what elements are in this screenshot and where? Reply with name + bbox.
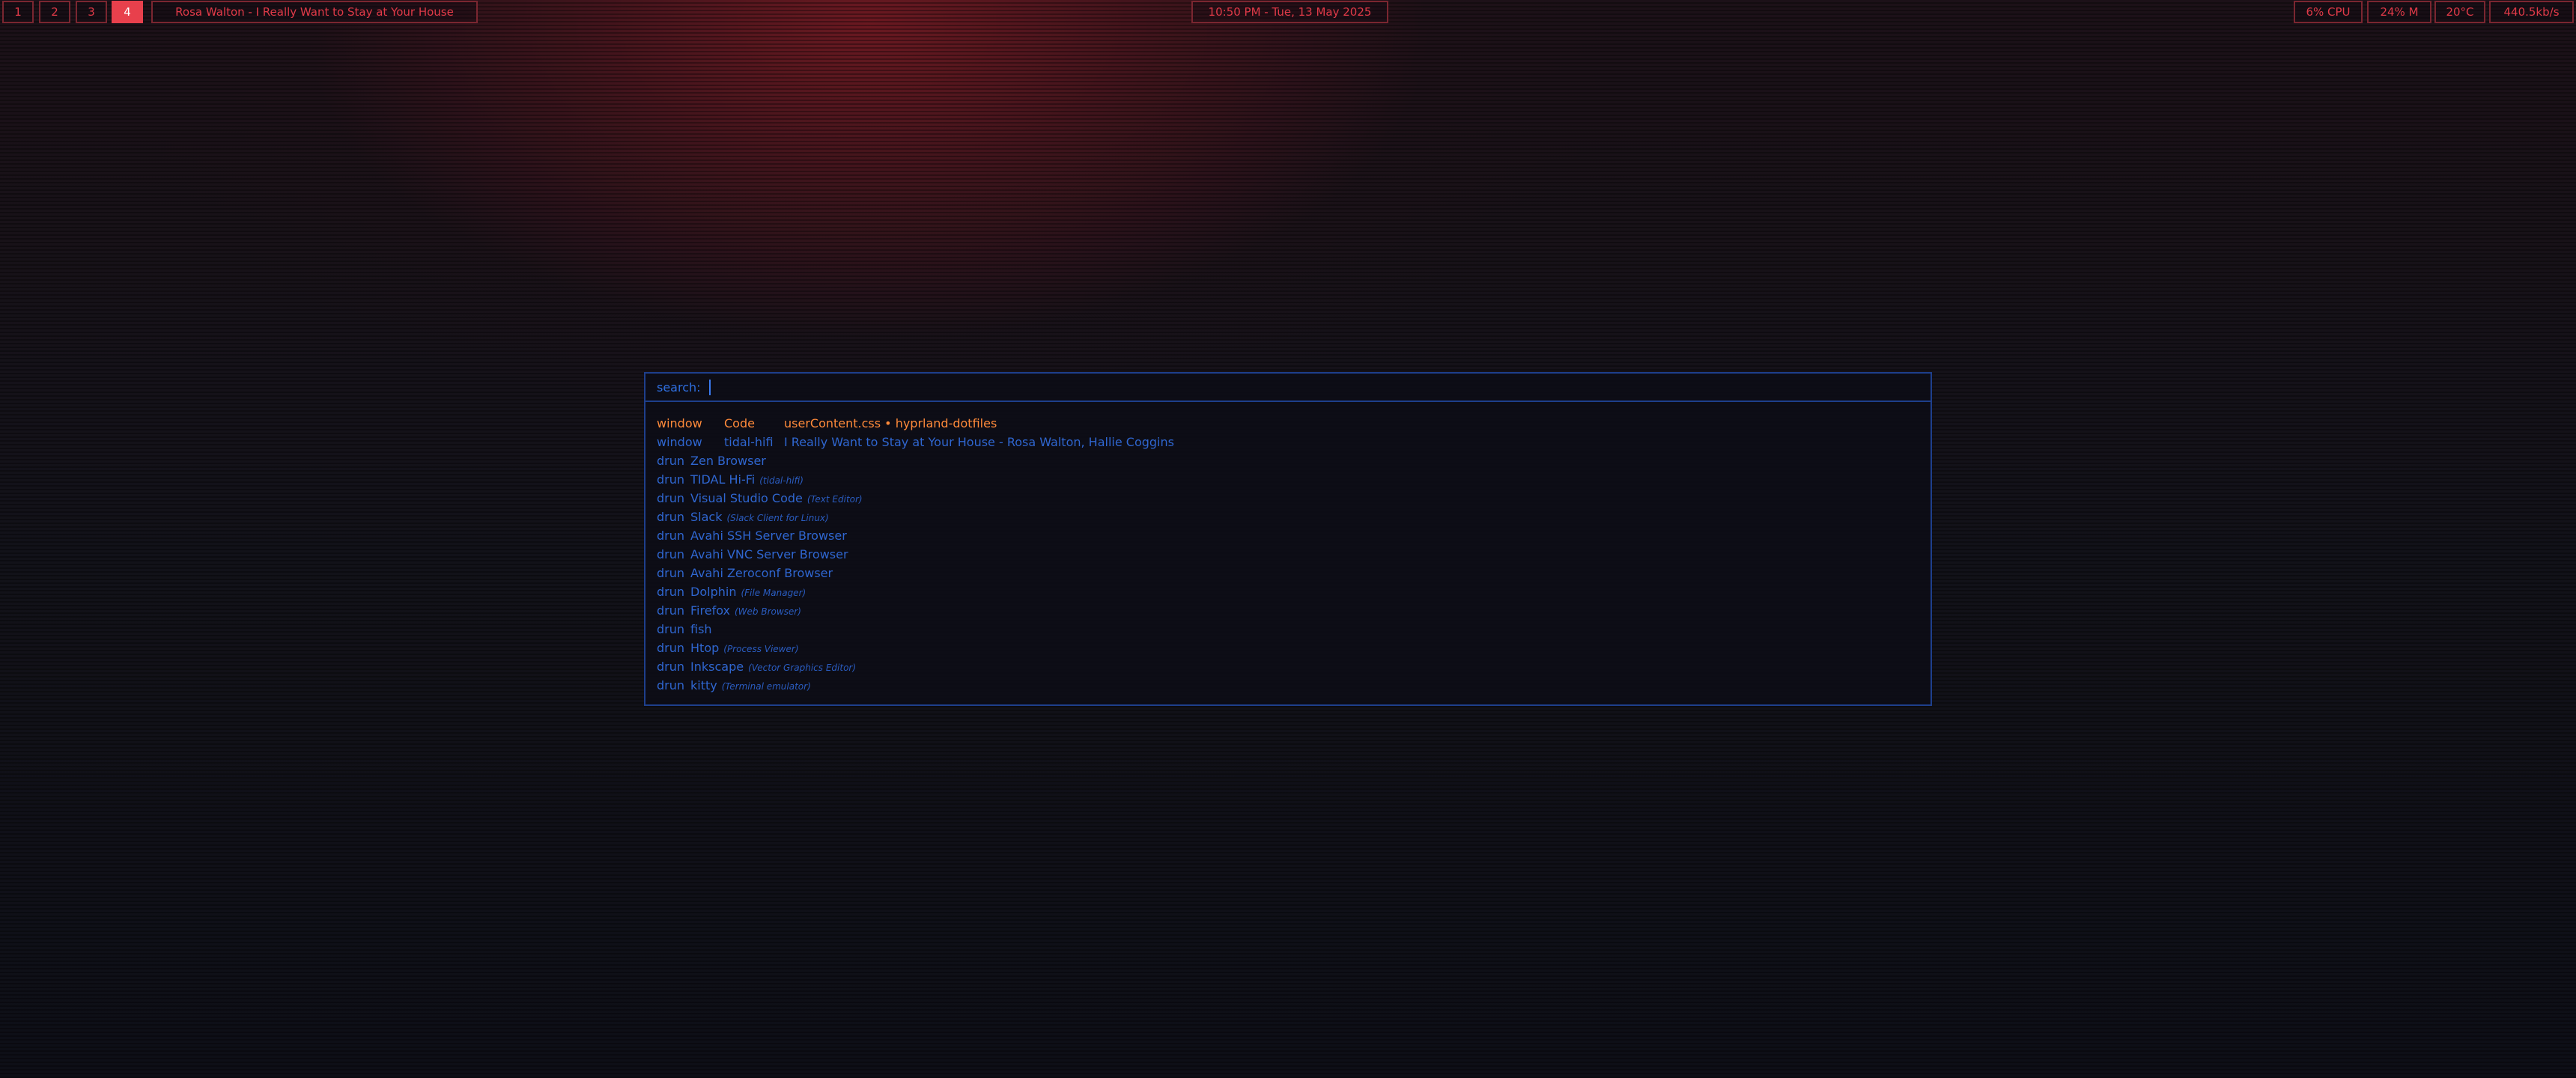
entry-mode: drun (657, 641, 685, 655)
list-item-app[interactable]: drun Visual Studio Code (Text Editor) (657, 489, 1922, 508)
list-item-window-code[interactable]: window Code userContent.css • hyprland-d… (657, 414, 1922, 433)
app-name: fish (690, 622, 712, 636)
app-name: Visual Studio Code (690, 491, 803, 505)
entry-mode: drun (657, 472, 685, 487)
network-speed[interactable]: 440.5kb/s (2489, 1, 2574, 23)
clock[interactable]: 10:50 PM - Tue, 13 May 2025 (1191, 1, 1388, 23)
app-description: (Slack Client for Linux) (726, 513, 829, 523)
app-description: (Process Viewer) (723, 644, 799, 654)
search-input[interactable] (713, 377, 1914, 399)
entry-mode: drun (657, 603, 685, 618)
search-bar[interactable]: search: (645, 374, 1931, 402)
results-list: window Code userContent.css • hyprland-d… (657, 414, 1922, 695)
entry-mode: drun (657, 491, 685, 505)
app-name: Slack (690, 510, 723, 524)
workspace-3-button[interactable]: 3 (76, 1, 107, 23)
list-item-app[interactable]: drun TIDAL Hi-Fi (tidal-hifi) (657, 470, 1922, 489)
entry-mode: window (657, 435, 702, 449)
app-description: (File Manager) (741, 588, 806, 598)
entry-mode: drun (657, 660, 685, 674)
entry-mode: window (657, 416, 702, 430)
app-description: (tidal-hifi) (759, 475, 804, 486)
app-description: (Terminal emulator) (721, 681, 811, 692)
list-item-app[interactable]: drun kitty (Terminal emulator) (657, 676, 1922, 695)
active-window-title: Rosa Walton - I Really Want to Stay at Y… (151, 1, 478, 23)
app-launcher: search: window Code userContent.css • hy… (644, 372, 1932, 706)
app-name: Inkscape (690, 660, 744, 674)
entry-mode: drun (657, 510, 685, 524)
list-item-app[interactable]: drun fish (657, 620, 1922, 639)
app-name: TIDAL Hi-Fi (690, 472, 756, 487)
app-description: (Vector Graphics Editor) (748, 663, 857, 673)
entry-mode: drun (657, 529, 685, 543)
list-item-app[interactable]: drun Htop (Process Viewer) (657, 639, 1922, 657)
app-name: Htop (690, 641, 720, 655)
cpu-usage[interactable]: 6% CPU (2294, 1, 2363, 23)
workspace-1-button[interactable]: 1 (2, 1, 34, 23)
list-item-app[interactable]: drun Avahi SSH Server Browser (657, 526, 1922, 545)
list-item-app[interactable]: drun Inkscape (Vector Graphics Editor) (657, 657, 1922, 676)
entry-mode: drun (657, 566, 685, 580)
list-item-app[interactable]: drun Firefox (Web Browser) (657, 601, 1922, 620)
list-item-app[interactable]: drun Slack (Slack Client for Linux) (657, 508, 1922, 526)
app-name: Avahi Zeroconf Browser (690, 566, 833, 580)
app-name: Dolphin (690, 585, 737, 599)
entry-mode: drun (657, 585, 685, 599)
list-item-app[interactable]: drun Dolphin (File Manager) (657, 582, 1922, 601)
entry-mode: drun (657, 547, 685, 561)
workspace-4-button[interactable]: 4 (112, 1, 143, 23)
entry-window-title: userContent.css • hyprland-dotfiles (784, 416, 997, 430)
entry-mode: drun (657, 622, 685, 636)
entry-window-class: Code (724, 416, 755, 430)
list-item-window-tidal[interactable]: window tidal-hifi I Really Want to Stay … (657, 433, 1922, 451)
entry-window-title: I Really Want to Stay at Your House - Ro… (784, 435, 1174, 449)
memory-usage[interactable]: 24% M (2367, 1, 2431, 23)
text-caret (709, 380, 711, 395)
app-description: (Web Browser) (734, 606, 801, 617)
list-item-app[interactable]: drun Zen Browser (657, 451, 1922, 470)
top-bar: 1 2 3 4 Rosa Walton - I Really Want to S… (0, 0, 2576, 25)
workspace-2-button[interactable]: 2 (39, 1, 70, 23)
app-description: (Text Editor) (806, 494, 863, 505)
search-prompt: search: (657, 380, 701, 395)
entry-mode: drun (657, 454, 685, 468)
list-item-app[interactable]: drun Avahi VNC Server Browser (657, 545, 1922, 564)
app-name: Zen Browser (690, 454, 766, 468)
app-name: Avahi SSH Server Browser (690, 529, 847, 543)
list-item-app[interactable]: drun Avahi Zeroconf Browser (657, 564, 1922, 582)
app-name: Avahi VNC Server Browser (690, 547, 848, 561)
app-name: kitty (690, 678, 717, 692)
entry-mode: drun (657, 678, 685, 692)
entry-window-class: tidal-hifi (724, 435, 774, 449)
app-name: Firefox (690, 603, 730, 618)
temperature[interactable]: 20°C (2434, 1, 2485, 23)
